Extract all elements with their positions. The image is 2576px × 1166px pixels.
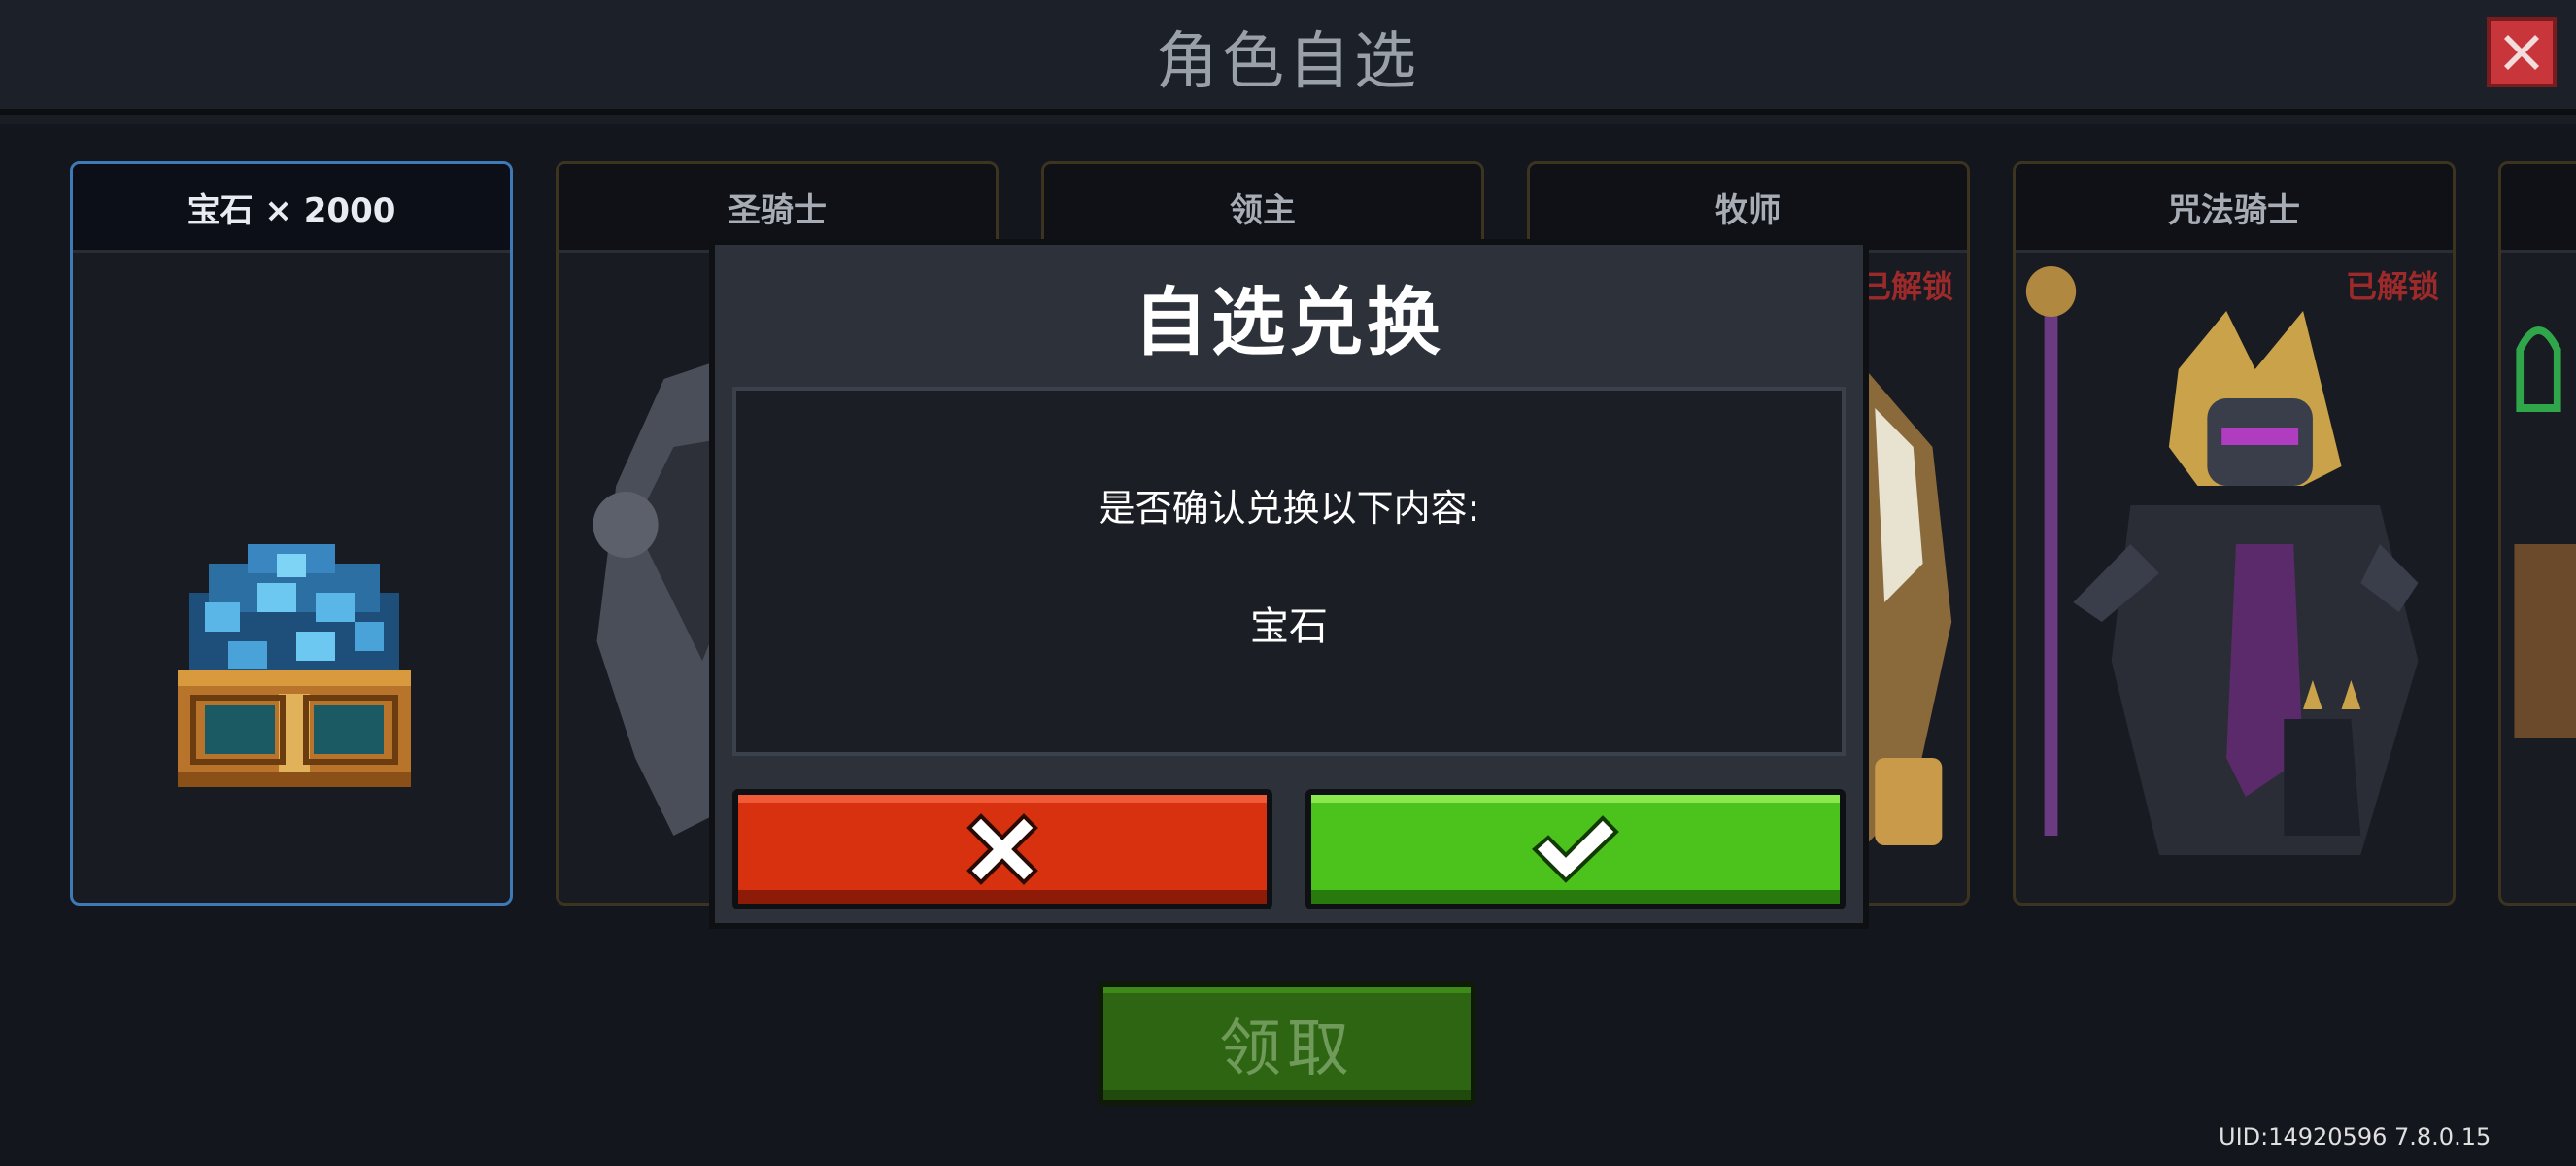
card-spell-knight[interactable]: 咒法骑士 已解锁 bbox=[2013, 161, 2456, 906]
dialog-item: 宝石 bbox=[1250, 604, 1328, 649]
partial-figure bbox=[2514, 326, 2576, 738]
spell-knight-figure bbox=[2025, 266, 2419, 855]
top-bar: 角色自选 bbox=[0, 0, 2576, 115]
card-title-partial bbox=[2501, 164, 2576, 253]
card-title: 咒法骑士 bbox=[2016, 164, 2453, 253]
dialog-content: 是否确认兑换以下内容: 宝石 bbox=[732, 387, 1846, 756]
confirm-button[interactable] bbox=[1305, 789, 1846, 909]
card-body: 已解锁 bbox=[2016, 253, 2453, 903]
card-body bbox=[73, 253, 510, 903]
dialog-message: 是否确认兑换以下内容: bbox=[1098, 487, 1480, 530]
exchange-dialog: 自选兑换 是否确认兑换以下内容: 宝石 bbox=[709, 239, 1869, 929]
dialog-title: 自选兑换 bbox=[1134, 279, 1444, 365]
card-gems[interactable]: 宝石 × 2000 bbox=[70, 161, 513, 906]
close-icon bbox=[2504, 35, 2539, 70]
card-body bbox=[2501, 253, 2576, 903]
claim-button[interactable]: 领取 bbox=[1098, 981, 1476, 1106]
gem-chest-icon bbox=[178, 544, 411, 787]
page-title: 角色自选 bbox=[1156, 26, 1420, 98]
card-title: 宝石 × 2000 bbox=[73, 164, 510, 253]
uid-label: UID:14920596 7.8.0.15 bbox=[2219, 1123, 2491, 1150]
card-partial[interactable] bbox=[2498, 161, 2576, 906]
close-button[interactable] bbox=[2487, 17, 2557, 87]
x-icon bbox=[966, 813, 1038, 885]
cancel-button[interactable] bbox=[732, 789, 1272, 909]
check-icon bbox=[1532, 815, 1619, 883]
